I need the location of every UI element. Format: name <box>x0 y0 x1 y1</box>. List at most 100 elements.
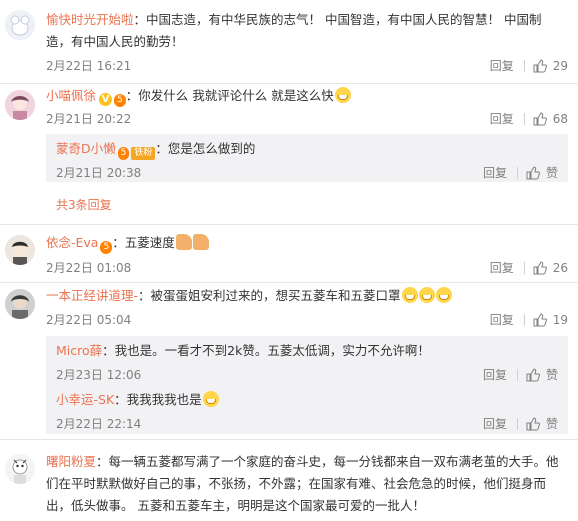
thumbs-up-icon <box>526 165 540 179</box>
like-button[interactable]: 68 <box>533 112 568 126</box>
vip-badge-icon: 5 <box>100 241 113 254</box>
reply-text: ：我也是。一看才不到2k赞。五菱太低调，实力不允许啊！ <box>102 343 430 358</box>
emoji-icon <box>202 391 219 407</box>
comment-username[interactable]: 小喵佩徐 <box>46 88 96 103</box>
reply-timestamp: 2月22日 22:14 <box>56 417 142 431</box>
avatar[interactable] <box>5 90 35 120</box>
action-separator <box>516 417 518 430</box>
avatar-image-icon <box>5 289 35 319</box>
emoji-icon <box>334 87 351 103</box>
comment-item: 曙阳粉夏：每一辆五菱都写满了一个家庭的奋斗史，每一分钱都来自一双布满老茧的大手。… <box>0 440 578 521</box>
reply-body: 小幸运-SK：我我我我也是 <box>56 389 558 411</box>
reply-button[interactable]: 回复 <box>490 311 514 328</box>
more-replies-link[interactable]: 共3条回复 <box>56 196 112 213</box>
comment-item: 小喵佩徐 V 5 ：你发什么 我就评论什么 就是这么快 2月21日 20:22 回复 … <box>0 84 578 224</box>
thumbs-up-icon <box>526 416 540 430</box>
thumbs-up-emoji-icon <box>175 234 192 250</box>
reply-username[interactable]: 蒙奇D小懒 <box>56 141 116 156</box>
action-separator <box>523 59 525 72</box>
action-separator <box>516 368 518 381</box>
vip-badge-icon: 5 <box>114 94 126 107</box>
reply-button[interactable]: 回复 <box>490 259 514 276</box>
reply-button[interactable]: 回复 <box>483 164 507 181</box>
reply-username[interactable]: 小幸运-SK <box>56 392 114 407</box>
comment-item: 愉快时光开始啦：中国志造，有中华民族的志气！ 中国智造，有中国人民的智慧！ 中国… <box>0 0 578 83</box>
action-separator <box>523 261 525 274</box>
thumbs-up-icon <box>533 260 547 274</box>
reply-text: ：您是怎么做到的 <box>155 141 256 156</box>
like-label: 赞 <box>545 417 558 431</box>
comment-username[interactable]: 一本正经讲道理- <box>46 288 138 303</box>
thumbs-up-icon <box>533 312 547 326</box>
comment-timestamp: 2月22日 05:04 <box>46 313 132 327</box>
avatar[interactable] <box>5 454 35 484</box>
reply-actions: 回复 赞 <box>483 366 558 383</box>
emoji-icon <box>401 287 418 303</box>
thumbs-up-icon <box>526 367 540 381</box>
like-label: 赞 <box>545 166 558 180</box>
comment-item: 一本正经讲道理-：被蛋蛋姐安利过来的，想买五菱车和五菱口罩 2月22日 05:0… <box>0 283 578 439</box>
like-button[interactable]: 26 <box>533 261 568 275</box>
comment-body: 愉快时光开始啦：中国志造，有中华民族的志气！ 中国智造，有中国人民的智慧！ 中国… <box>46 9 566 53</box>
avatar-image-icon <box>5 235 35 265</box>
like-count: 26 <box>552 260 568 275</box>
comment-text: ：被蛋蛋姐安利过来的，想买五菱车和五菱口罩 <box>138 288 401 303</box>
like-button[interactable]: 19 <box>533 313 568 327</box>
comment-actions: 回复 26 <box>490 259 568 276</box>
reply-text: ：我我我我也是 <box>114 392 202 407</box>
reply-button[interactable]: 回复 <box>490 110 514 127</box>
reply-box: 蒙奇D小懒 5 铁粉 ：您是怎么做到的 2月21日 20:38 回复 赞 <box>46 134 568 182</box>
comment-body: 小喵佩徐 V 5 ：你发什么 我就评论什么 就是这么快 <box>46 85 566 107</box>
reply-timestamp: 2月21日 20:38 <box>56 166 142 180</box>
reply-box: Micro薛：我也是。一看才不到2k赞。五菱太低调，实力不允许啊！ 2月23日 … <box>46 336 568 434</box>
comment-actions: 回复 68 <box>490 110 568 127</box>
avatar[interactable] <box>5 10 35 40</box>
comment-username[interactable]: 曙阳粉夏 <box>46 454 96 469</box>
like-count: 19 <box>552 312 568 327</box>
comment-body: 一本正经讲道理-：被蛋蛋姐安利过来的，想买五菱车和五菱口罩 <box>46 285 566 307</box>
reply-button[interactable]: 回复 <box>483 366 507 383</box>
action-separator <box>523 313 525 326</box>
fan-badge: 铁粉 <box>131 147 156 160</box>
comment-body: 依念-Eva 5 ：五菱速度 <box>46 232 566 254</box>
avatar[interactable] <box>5 235 35 265</box>
reply-button[interactable]: 回复 <box>483 415 507 432</box>
verified-badge-icon: V <box>99 93 113 106</box>
comment-actions: 回复 29 <box>490 57 568 74</box>
emoji-icon <box>418 287 435 303</box>
like-label: 赞 <box>545 368 558 382</box>
vip-badge-icon: 5 <box>117 147 130 160</box>
comment-timestamp: 2月22日 16:21 <box>46 59 132 73</box>
comment-actions: 回复 19 <box>490 311 568 328</box>
thumbs-up-icon <box>533 58 547 72</box>
avatar-image-icon <box>5 10 35 40</box>
like-count: 29 <box>552 58 568 73</box>
comment-item: 依念-Eva 5 ：五菱速度 2月22日 01:08 回复 26 <box>0 225 578 282</box>
reply-username[interactable]: Micro薛 <box>56 343 102 358</box>
thumbs-up-icon <box>533 111 547 125</box>
reply-timestamp: 2月23日 12:06 <box>56 368 142 382</box>
reply-body: 蒙奇D小懒 5 铁粉 ：您是怎么做到的 <box>56 138 558 160</box>
reply-actions: 回复 赞 <box>483 415 558 432</box>
avatar[interactable] <box>5 289 35 319</box>
comment-text: ：每一辆五菱都写满了一个家庭的奋斗史，每一分钱都来自一双布满老茧的大手。他们在平… <box>46 454 559 513</box>
comment-text: ：五菱速度 <box>112 235 175 250</box>
like-button[interactable]: 赞 <box>526 366 558 383</box>
like-button[interactable]: 赞 <box>526 164 558 181</box>
action-separator <box>523 112 525 125</box>
comment-username[interactable]: 愉快时光开始啦 <box>46 12 134 27</box>
comment-text: ：你发什么 我就评论什么 就是这么快 <box>125 88 334 103</box>
like-button[interactable]: 赞 <box>526 415 558 432</box>
reply-body: Micro薛：我也是。一看才不到2k赞。五菱太低调，实力不允许啊！ <box>56 340 558 362</box>
comment-timestamp: 2月22日 01:08 <box>46 261 132 275</box>
emoji-icon <box>435 287 452 303</box>
thumbs-up-emoji-icon <box>192 234 209 250</box>
like-button[interactable]: 29 <box>533 59 568 73</box>
reply-button[interactable]: 回复 <box>490 57 514 74</box>
like-count: 68 <box>552 111 568 126</box>
comment-username[interactable]: 依念-Eva <box>46 235 98 250</box>
comment-body: 曙阳粉夏：每一辆五菱都写满了一个家庭的奋斗史，每一分钱都来自一双布满老茧的大手。… <box>46 451 566 517</box>
comment-timestamp: 2月21日 20:22 <box>46 112 132 126</box>
reply-actions: 回复 赞 <box>483 164 558 181</box>
avatar-image-icon <box>5 90 35 120</box>
